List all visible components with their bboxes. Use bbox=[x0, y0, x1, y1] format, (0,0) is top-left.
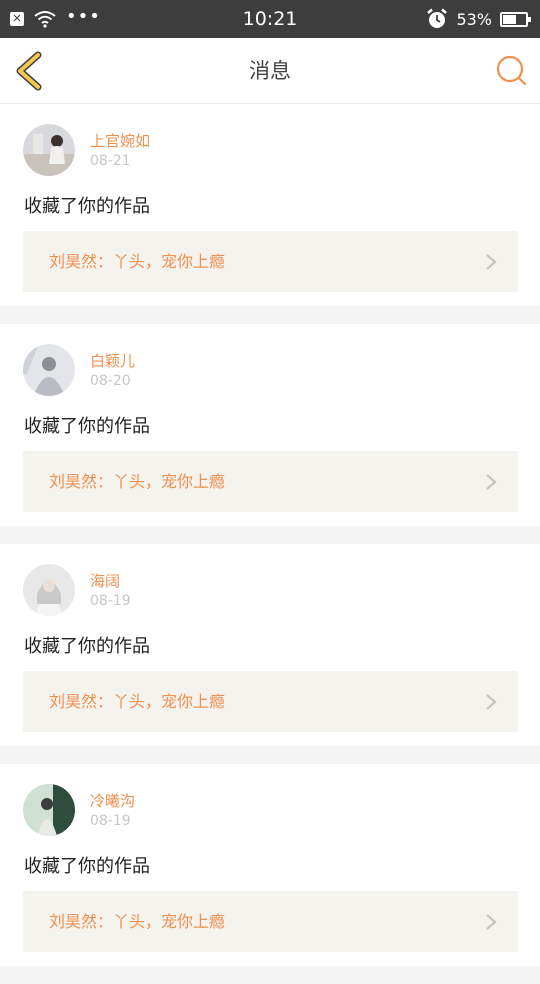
chevron-right-icon bbox=[486, 694, 497, 710]
work-title: 刘昊然：丫头，宠你上瘾 bbox=[49, 912, 226, 931]
sender-name[interactable]: 海阔 bbox=[90, 570, 120, 591]
status-bar: ✕ ••• 10:21 53% bbox=[0, 0, 540, 38]
battery-icon bbox=[500, 11, 531, 27]
message-action-text: 收藏了你的作品 bbox=[24, 636, 150, 657]
message-list: 上官婉如 08-21 收藏了你的作品 刘昊然：丫头，宠你上瘾 白颖儿 08-20… bbox=[0, 104, 540, 984]
message-date: 08-20 bbox=[90, 373, 131, 389]
sender-name[interactable]: 白颖儿 bbox=[90, 350, 135, 371]
message-action-text: 收藏了你的作品 bbox=[24, 196, 150, 217]
avatar[interactable] bbox=[23, 564, 75, 616]
message-card: 冷曦沟 08-19 收藏了你的作品 刘昊然：丫头，宠你上瘾 bbox=[0, 764, 540, 966]
alarm-clock-icon bbox=[427, 8, 448, 28]
work-title: 刘昊然：丫头，宠你上瘾 bbox=[49, 472, 226, 491]
work-link[interactable]: 刘昊然：丫头，宠你上瘾 bbox=[23, 231, 518, 292]
message-card: 白颖儿 08-20 收藏了你的作品 刘昊然：丫头，宠你上瘾 bbox=[0, 324, 540, 526]
avatar[interactable] bbox=[23, 124, 75, 176]
sender-name[interactable]: 冷曦沟 bbox=[90, 790, 135, 811]
message-date: 08-19 bbox=[90, 813, 131, 829]
chevron-right-icon bbox=[486, 474, 497, 490]
work-link[interactable]: 刘昊然：丫头，宠你上瘾 bbox=[23, 891, 518, 952]
message-date: 08-19 bbox=[90, 593, 131, 609]
message-action-text: 收藏了你的作品 bbox=[24, 416, 150, 437]
message-card: 海阔 08-19 收藏了你的作品 刘昊然：丫头，宠你上瘾 bbox=[0, 544, 540, 746]
battery-level-fill bbox=[503, 14, 516, 24]
work-link[interactable]: 刘昊然：丫头，宠你上瘾 bbox=[23, 671, 518, 732]
message-action-text: 收藏了你的作品 bbox=[24, 856, 150, 877]
page-title: 消息 bbox=[249, 59, 291, 83]
battery-percent: 53% bbox=[456, 9, 492, 29]
page-header: 消息 bbox=[0, 38, 540, 104]
sender-name[interactable]: 上官婉如 bbox=[90, 130, 150, 151]
avatar[interactable] bbox=[23, 344, 75, 396]
status-bar-right: 53% bbox=[426, 0, 531, 38]
chevron-right-icon bbox=[486, 914, 497, 930]
chevron-right-icon bbox=[486, 254, 497, 270]
work-title: 刘昊然：丫头，宠你上瘾 bbox=[49, 692, 226, 711]
avatar[interactable] bbox=[23, 784, 75, 836]
message-date: 08-21 bbox=[90, 153, 131, 169]
work-link[interactable]: 刘昊然：丫头，宠你上瘾 bbox=[23, 451, 518, 512]
message-card: 上官婉如 08-21 收藏了你的作品 刘昊然：丫头，宠你上瘾 bbox=[0, 104, 540, 306]
work-title: 刘昊然：丫头，宠你上瘾 bbox=[49, 252, 226, 271]
search-icon[interactable] bbox=[494, 53, 528, 87]
